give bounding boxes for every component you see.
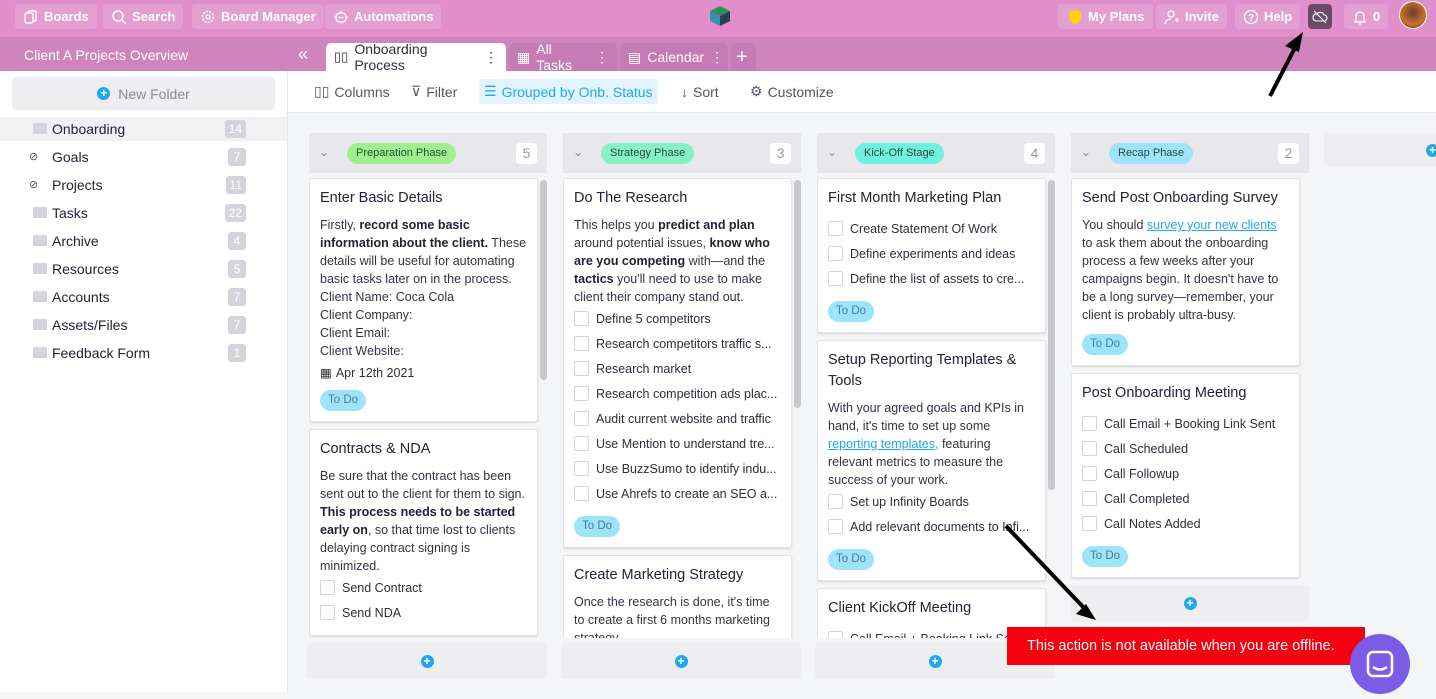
chat-icon [1366, 650, 1394, 678]
chat-button[interactable] [1350, 634, 1410, 694]
offline-toast: This action is not available when you ar… [1007, 627, 1365, 665]
annotation-arrows [1004, 32, 1303, 620]
arrow-down-icon [1004, 524, 1088, 612]
arrow-up-icon [1268, 41, 1300, 97]
